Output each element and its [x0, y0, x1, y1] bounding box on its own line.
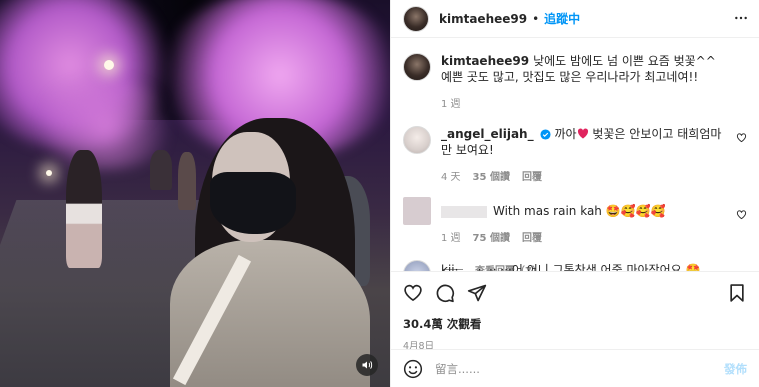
pedestrian	[150, 150, 172, 190]
caption-line-2: 예쁜 곳도 많고, 맛집도 많은 우리나라가 최고네여!!	[441, 70, 699, 84]
street-lamp	[104, 60, 114, 70]
comment-bubble-icon	[436, 284, 455, 303]
speaker-icon	[362, 361, 373, 369]
more-options-button[interactable]	[733, 10, 749, 29]
like-button[interactable]	[403, 283, 423, 303]
partial-comment-text: kii·.... ·..·· ···어 어니 그통찬색 어줌 마아작어요 🤩	[441, 263, 701, 271]
share-button[interactable]	[467, 283, 487, 303]
comment-composer: 發佈	[391, 349, 759, 387]
heart-outline-icon	[736, 133, 747, 143]
paper-plane-icon	[467, 284, 487, 302]
reply-button[interactable]: 回覆	[522, 229, 542, 244]
post-header: kimtaehee99 • 追蹤中	[391, 0, 759, 38]
post-comment-button[interactable]: 發佈	[724, 361, 747, 377]
commenter-avatar[interactable]	[403, 260, 431, 271]
comment-button[interactable]	[435, 283, 455, 303]
comment-text-before: 까아	[554, 127, 577, 141]
like-comment-button[interactable]	[736, 209, 747, 223]
commenter-username-blurred[interactable]	[441, 205, 487, 218]
verified-badge-icon	[540, 129, 551, 140]
separator-dot: •	[532, 11, 540, 26]
author-avatar[interactable]	[403, 53, 431, 81]
comment-list[interactable]: kimtaehee99 낮에도 밤에도 넘 이쁜 요즘 벚꽃^^ 예쁜 곳도 많고…	[391, 39, 759, 271]
post-video[interactable]	[0, 0, 390, 387]
pedestrian	[66, 150, 102, 268]
post-actions: 30.4萬 次觀看 4月8日	[391, 271, 759, 352]
pedestrian	[178, 152, 196, 210]
comment-body: With mas rain kah 🤩🥰🥰🥰	[493, 204, 666, 218]
post-details-panel: kimtaehee99 • 追蹤中 kimtaehee99 낮에도 밤에도 넘 이…	[390, 0, 759, 387]
caption-line-1: 낮에도 밤에도 넘 이쁜 요즘 벚꽃^^	[533, 54, 716, 68]
comment-item: _angel_elijah_ 까아 벚꽃은 안보이고 태희엄마만 보여요! 4 …	[403, 126, 747, 183]
post-caption: kimtaehee99 낮에도 밤에도 넘 이쁜 요즘 벚꽃^^ 예쁜 곳도 많고…	[403, 53, 747, 110]
reply-button[interactable]: 回覆	[522, 168, 542, 183]
save-button[interactable]	[727, 283, 747, 303]
like-comment-button[interactable]	[736, 132, 747, 146]
red-heart-emoji-icon	[577, 128, 588, 139]
street-lamp	[46, 170, 52, 176]
woman-coat	[170, 240, 370, 387]
bookmark-icon	[730, 284, 744, 302]
commenter-avatar-blurred[interactable]	[403, 197, 431, 225]
comment-timestamp[interactable]: 1 週	[441, 229, 461, 244]
comment-item-partial: kii·.... ·..·· ···어 어니 그통찬색 어줌 마아작어요 🤩	[403, 260, 743, 271]
author-avatar[interactable]	[403, 5, 429, 32]
face-mask	[210, 172, 296, 234]
caption-username[interactable]: kimtaehee99	[441, 54, 529, 68]
caption-text: kimtaehee99 낮에도 밤에도 넘 이쁜 요즘 벚꽃^^ 예쁜 곳도 많고…	[441, 53, 747, 85]
comment-like-count[interactable]: 35 個讚	[473, 168, 510, 183]
comment-like-count[interactable]: 75 個讚	[473, 229, 510, 244]
comment-text: _angel_elijah_ 까아 벚꽃은 안보이고 태희엄마만 보여요!	[441, 126, 747, 158]
view-count[interactable]: 30.4萬 次觀看	[403, 316, 747, 332]
commenter-username[interactable]: _angel_elijah_	[441, 127, 534, 141]
heart-icon	[404, 284, 422, 302]
emoji-button[interactable]	[403, 359, 423, 379]
audio-toggle-button[interactable]	[356, 354, 378, 376]
comment-input[interactable]	[435, 361, 724, 376]
caption-timestamp[interactable]: 1 週	[441, 95, 461, 110]
author-username[interactable]: kimtaehee99	[439, 12, 527, 26]
more-horizontal-icon	[735, 16, 747, 20]
emoji-smiley-icon	[403, 359, 423, 378]
comment-text: With mas rain kah 🤩🥰🥰🥰	[441, 203, 747, 219]
comment-timestamp[interactable]: 4 天	[441, 168, 461, 183]
commenter-avatar[interactable]	[403, 126, 431, 154]
heart-outline-icon	[736, 210, 747, 220]
comment-item: With mas rain kah 🤩🥰🥰🥰 1 週 75 個讚 回覆	[403, 197, 747, 244]
following-button[interactable]: 追蹤中	[544, 10, 580, 27]
